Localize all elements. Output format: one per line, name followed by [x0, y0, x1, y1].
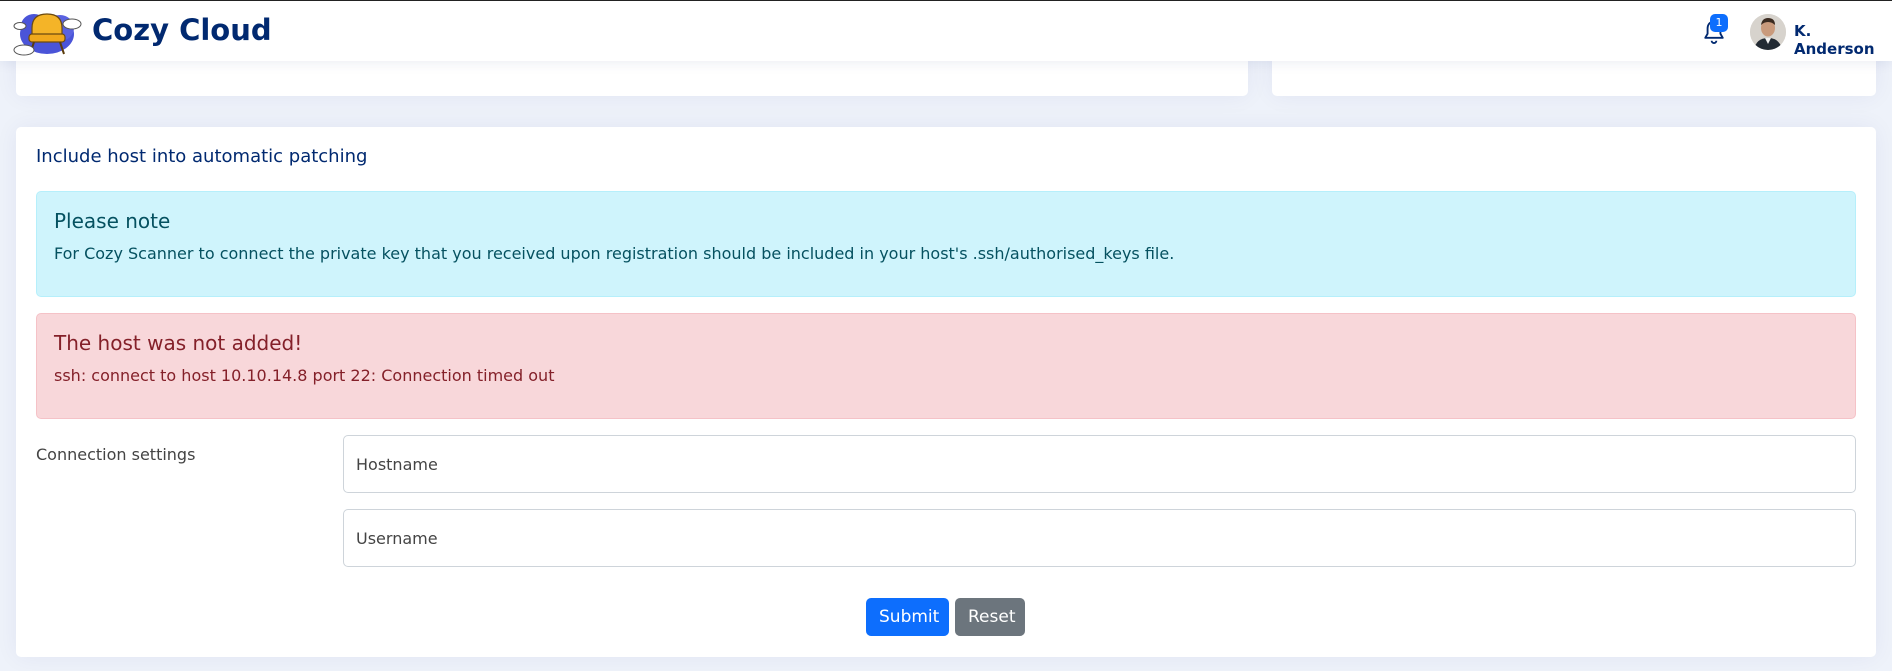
submit-button[interactable]: Submit: [866, 598, 949, 636]
error-alert-body: ssh: connect to host 10.10.14.8 port 22:…: [54, 366, 555, 385]
top-header: Cozy Cloud 1 K. Anderson: [0, 0, 1892, 61]
info-alert-heading: Please note: [54, 209, 171, 233]
cozy-cloud-logo-icon[interactable]: [12, 4, 82, 60]
error-alert: The host was not added! ssh: connect to …: [36, 313, 1856, 419]
connection-settings-label: Connection settings: [36, 445, 196, 464]
brand-name[interactable]: Cozy Cloud: [92, 13, 272, 47]
username-input[interactable]: [343, 509, 1856, 567]
info-alert-body: For Cozy Scanner to connect the private …: [54, 244, 1175, 263]
hostname-input[interactable]: [343, 435, 1856, 493]
info-alert: Please note For Cozy Scanner to connect …: [36, 191, 1856, 297]
avatar[interactable]: [1750, 14, 1786, 50]
notification-badge[interactable]: 1: [1710, 14, 1728, 32]
error-alert-heading: The host was not added!: [54, 331, 303, 355]
user-name[interactable]: K. Anderson: [1794, 22, 1892, 58]
reset-button[interactable]: Reset: [955, 598, 1025, 636]
card-title: Include host into automatic patching: [36, 146, 368, 167]
user-photo-icon: [1750, 14, 1786, 50]
